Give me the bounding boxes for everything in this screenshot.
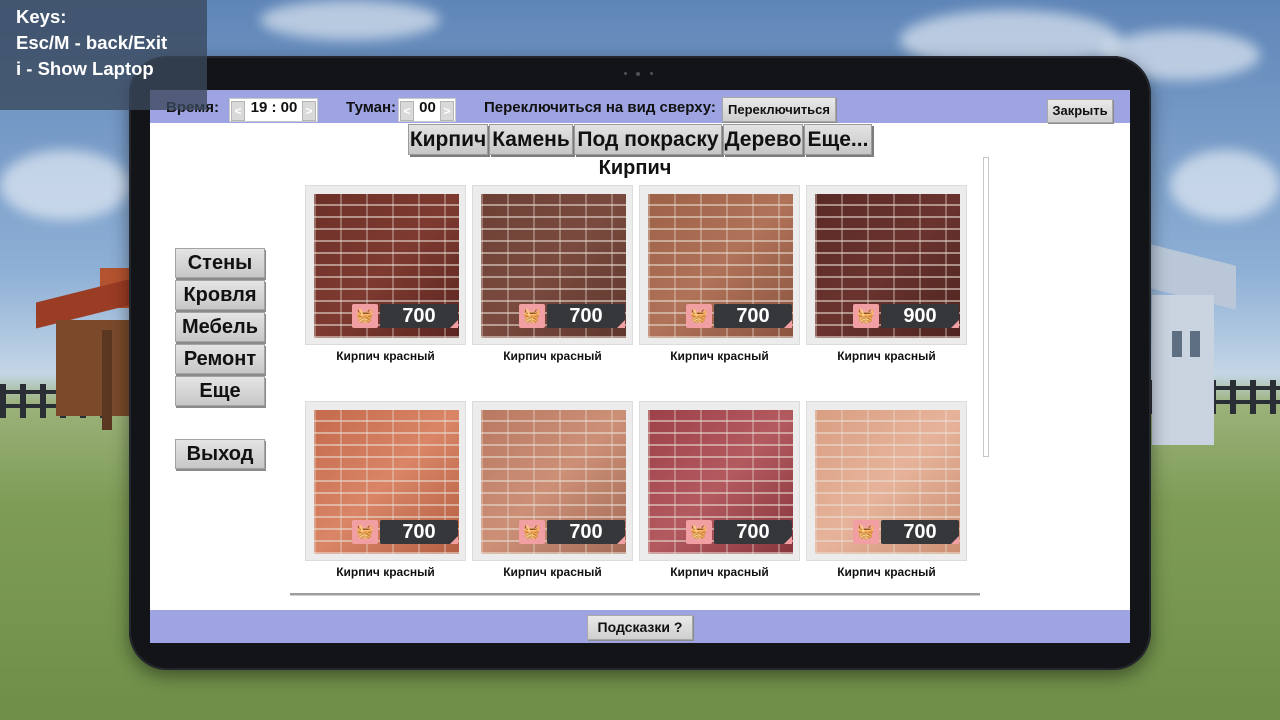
sidebar-item-more[interactable]: Еще: [175, 376, 265, 406]
camera-icon: [624, 72, 656, 76]
fog-value[interactable]: 00: [415, 99, 440, 121]
keys-title: Keys:: [16, 6, 67, 27]
divider: [290, 593, 980, 596]
fog-stepper: < 00 >: [398, 98, 456, 122]
time-prev-button[interactable]: <: [231, 101, 245, 121]
material-name: Кирпич красный: [336, 565, 435, 579]
price-label: 700: [881, 520, 959, 544]
keys-back-hint: Esc/M - back/Exit: [16, 32, 168, 53]
section-title: Кирпич: [598, 157, 672, 179]
vertical-scrollbar[interactable]: [983, 157, 989, 457]
fog-next-button[interactable]: >: [440, 101, 454, 121]
price-label: 700: [714, 520, 792, 544]
price-label: 900: [881, 304, 959, 328]
close-button[interactable]: Закрыть: [1047, 99, 1113, 123]
basket-icon[interactable]: 🧺: [352, 304, 378, 328]
basket-icon[interactable]: 🧺: [853, 520, 879, 544]
price-label: 700: [547, 520, 625, 544]
price-label: 700: [547, 304, 625, 328]
material-name: Кирпич красный: [503, 565, 602, 579]
sidebar-item-walls[interactable]: Стены: [175, 248, 265, 278]
fog-prev-button[interactable]: <: [400, 101, 414, 121]
tab-wood[interactable]: Дерево: [723, 124, 803, 155]
house-left: [36, 268, 136, 440]
keys-laptop-hint: i - Show Laptop: [16, 58, 154, 79]
basket-icon[interactable]: 🧺: [853, 304, 879, 328]
tab-stone[interactable]: Камень: [489, 124, 573, 155]
time-stepper: < 19 : 00 >: [229, 98, 318, 122]
material-name: Кирпич красный: [837, 349, 936, 363]
material-name: Кирпич красный: [670, 565, 769, 579]
switch-view-label: Переключиться на вид сверху:: [484, 99, 716, 116]
basket-icon[interactable]: 🧺: [352, 520, 378, 544]
basket-icon[interactable]: 🧺: [686, 304, 712, 328]
sidebar-item-furniture[interactable]: Мебель: [175, 312, 265, 342]
material-name: Кирпич красный: [837, 565, 936, 579]
material-card[interactable]: 🧺 900: [806, 185, 967, 345]
switch-view-button[interactable]: Переключиться: [722, 97, 836, 122]
hints-button[interactable]: Подсказки ?: [587, 615, 693, 640]
time-value[interactable]: 19 : 00: [246, 99, 302, 121]
material-card[interactable]: 🧺 700: [305, 401, 466, 561]
sidebar-item-roof[interactable]: Кровля: [175, 280, 265, 310]
material-name: Кирпич красный: [670, 349, 769, 363]
material-name: Кирпич красный: [336, 349, 435, 363]
basket-icon[interactable]: 🧺: [519, 520, 545, 544]
tablet-screen: Время: < 19 : 00 > Туман: < 00 > Переклю…: [150, 90, 1130, 643]
material-card[interactable]: 🧺 700: [472, 185, 633, 345]
price-label: 700: [380, 304, 458, 328]
house-right: [1150, 244, 1240, 450]
bottom-bar: Подсказки ?: [150, 610, 1130, 643]
material-card[interactable]: 🧺 700: [639, 401, 800, 561]
material-name: Кирпич красный: [503, 349, 602, 363]
time-next-button[interactable]: >: [302, 101, 316, 121]
top-bar: Время: < 19 : 00 > Туман: < 00 > Переклю…: [150, 90, 1130, 123]
keys-hint-panel: Keys: Esc/M - back/Exit i - Show Laptop: [0, 0, 207, 110]
fog-label: Туман:: [346, 99, 397, 116]
price-label: 700: [380, 520, 458, 544]
tab-brick[interactable]: Кирпич: [408, 124, 488, 155]
material-card[interactable]: 🧺 700: [472, 401, 633, 561]
material-card[interactable]: 🧺 700: [305, 185, 466, 345]
tab-paintable[interactable]: Под покраску: [574, 124, 722, 155]
basket-icon[interactable]: 🧺: [686, 520, 712, 544]
material-card[interactable]: 🧺 700: [806, 401, 967, 561]
price-label: 700: [714, 304, 792, 328]
basket-icon[interactable]: 🧺: [519, 304, 545, 328]
material-card[interactable]: 🧺 700: [639, 185, 800, 345]
tab-more[interactable]: Еще...: [804, 124, 872, 155]
sidebar-item-repair[interactable]: Ремонт: [175, 344, 265, 374]
exit-button[interactable]: Выход: [175, 439, 265, 469]
